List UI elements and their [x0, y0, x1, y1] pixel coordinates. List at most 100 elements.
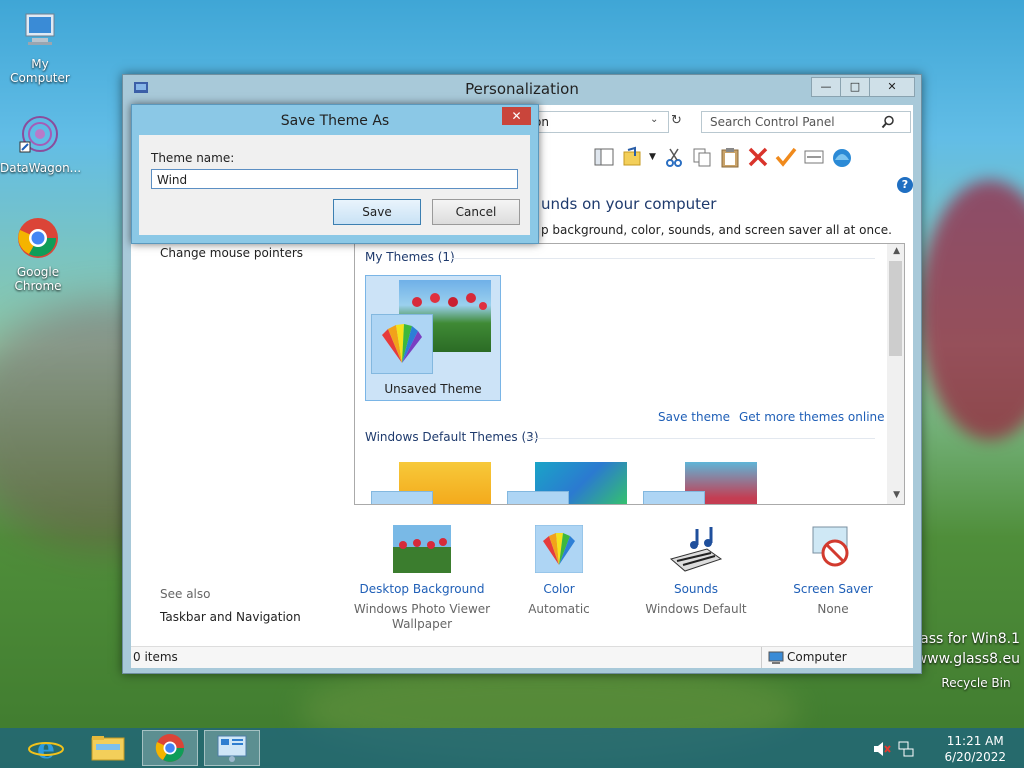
paste-icon[interactable] — [719, 146, 741, 168]
taskbar-chrome[interactable] — [142, 730, 198, 766]
color-fan-icon — [382, 324, 422, 363]
sounds-icon — [669, 527, 723, 572]
color-fan-icon — [534, 524, 584, 574]
page-subtitle: p background, color, sounds, and screen … — [541, 223, 892, 237]
desktop-icon-my-computer[interactable]: My Computer — [0, 8, 80, 85]
theme-list: My Themes (1) Unsaved Theme Save theme G… — [354, 243, 905, 505]
svg-text:e: e — [37, 732, 55, 765]
desktop-icon-label: DataWagon... — [0, 161, 82, 175]
delete-icon[interactable] — [747, 146, 769, 168]
desktop-icon-label: Google Chrome — [14, 265, 62, 293]
status-bar: 0 items Computer — [131, 646, 913, 668]
taskbar-control-panel[interactable] — [204, 730, 260, 766]
dialog-title: Save Theme As — [280, 113, 390, 129]
internet-explorer-icon: e — [28, 732, 64, 765]
system-clock[interactable]: 11:21 AM 6/20/2022 — [944, 733, 1006, 765]
help-icon[interactable]: ? — [897, 177, 913, 193]
scroll-thumb[interactable] — [889, 261, 902, 356]
theme-tile-lines-colors[interactable] — [505, 459, 627, 504]
dialog-close-button[interactable]: ✕ — [502, 107, 531, 125]
screen-saver-setting[interactable]: Screen Saver None — [758, 525, 908, 617]
color-setting[interactable]: Color Automatic — [484, 524, 634, 617]
default-themes-header: Windows Default Themes (3) — [365, 430, 539, 444]
setting-title: Color — [543, 582, 575, 596]
desktop-background-setting[interactable]: Desktop Background Windows Photo Viewer … — [347, 525, 497, 632]
setting-subtitle: Automatic — [528, 602, 590, 616]
address-bar[interactable]: on — [527, 111, 669, 133]
minimize-button[interactable]: — — [811, 77, 841, 97]
copy-icon[interactable] — [691, 146, 713, 168]
clock-date: 6/20/2022 — [944, 750, 1006, 764]
taskbar-internet-explorer[interactable]: e — [18, 730, 74, 766]
clock-time: 11:21 AM — [946, 734, 1004, 748]
theme-list-scrollbar[interactable]: ▲ ▼ — [887, 244, 904, 504]
sounds-setting[interactable]: Sounds Windows Default — [621, 525, 771, 617]
maximize-button[interactable]: □ — [840, 77, 870, 97]
window-controls: — □ ✕ — [811, 77, 915, 97]
my-themes-header: My Themes (1) — [365, 250, 455, 264]
desktop-icon-label: My Computer — [10, 57, 70, 85]
setting-title: Desktop Background — [359, 582, 485, 596]
network-icon[interactable] — [897, 740, 915, 758]
link-change-mouse-pointers[interactable]: Change mouse pointers — [160, 246, 303, 260]
scroll-down-icon[interactable]: ▼ — [893, 490, 900, 500]
cancel-button[interactable]: Cancel — [432, 199, 520, 225]
theme-name-label: Theme name: — [151, 151, 235, 165]
window-title: Personalization — [465, 80, 579, 98]
desktop-icon-recycle-bin[interactable]: Recycle Bin — [936, 676, 1016, 690]
control-panel-icon — [217, 735, 247, 762]
checkmark-icon[interactable] — [775, 146, 797, 168]
divider — [451, 258, 875, 259]
watermark-line: www.glass8.eu — [915, 651, 1020, 667]
watermark-line: lass for Win8.1 — [916, 631, 1020, 647]
scroll-up-icon[interactable]: ▲ — [893, 246, 900, 256]
properties-icon[interactable] — [803, 146, 825, 168]
toolbar: ▼ — [593, 143, 973, 171]
status-item-count: 0 items — [133, 650, 178, 664]
theme-name-input[interactable]: Wind — [151, 169, 518, 189]
volume-muted-icon[interactable] — [873, 741, 891, 757]
refresh-icon[interactable]: ↻ — [671, 113, 682, 128]
theme-color-swatch — [371, 314, 433, 374]
save-theme-link[interactable]: Save theme — [658, 410, 730, 424]
dropdown-arrow-icon[interactable]: ▼ — [649, 152, 657, 162]
divider — [761, 647, 762, 668]
setting-subtitle: None — [817, 602, 849, 616]
see-also-heading: See also — [160, 587, 211, 601]
theme-tile-windows[interactable] — [369, 459, 491, 504]
page-headline: unds on your computer — [541, 195, 717, 213]
save-button[interactable]: Save — [333, 199, 421, 225]
theme-tile-unsaved[interactable]: Unsaved Theme — [365, 275, 501, 401]
taskbar: e 11:21 AM 6/20/2022 — [0, 728, 1024, 768]
chrome-icon — [155, 734, 184, 762]
shell-icon[interactable] — [831, 146, 853, 168]
chrome-icon — [18, 218, 58, 258]
screen-saver-icon — [812, 526, 849, 567]
desktop-icon-datawagon[interactable]: DataWagon... — [0, 112, 82, 175]
close-button[interactable]: ✕ — [869, 77, 915, 97]
status-location: Computer — [787, 650, 847, 664]
control-panel-icon — [134, 82, 148, 93]
save-theme-dialog: Save Theme As ✕ Theme name: Wind Save Ca… — [131, 104, 539, 244]
taskbar-file-explorer[interactable] — [80, 730, 136, 766]
link-taskbar-navigation[interactable]: Taskbar and Navigation — [160, 610, 301, 624]
datawagon-icon — [19, 116, 58, 153]
theme-tile-flowers[interactable] — [641, 459, 759, 504]
divider — [525, 438, 875, 439]
address-dropdown-icon[interactable]: ⌄ — [650, 114, 658, 125]
desktop-icon-google-chrome[interactable]: Google Chrome — [0, 216, 76, 293]
layout-icon[interactable] — [593, 146, 615, 168]
computer-icon — [25, 13, 55, 45]
folder-options-icon[interactable] — [621, 146, 643, 168]
setting-subtitle: Windows Photo Viewer Wallpaper — [353, 602, 491, 631]
wallpaper-icon — [393, 525, 451, 573]
setting-title: Sounds — [673, 582, 719, 596]
computer-icon — [768, 651, 784, 664]
get-more-themes-link[interactable]: Get more themes online — [739, 410, 885, 424]
cut-icon[interactable] — [663, 146, 685, 168]
search-input[interactable]: Search Control Panel — [701, 111, 911, 133]
search-icon[interactable] — [881, 115, 895, 129]
theme-tile-label: Unsaved Theme — [384, 382, 482, 396]
folder-icon — [91, 736, 125, 761]
wallpaper-tulip — [920, 180, 1024, 440]
